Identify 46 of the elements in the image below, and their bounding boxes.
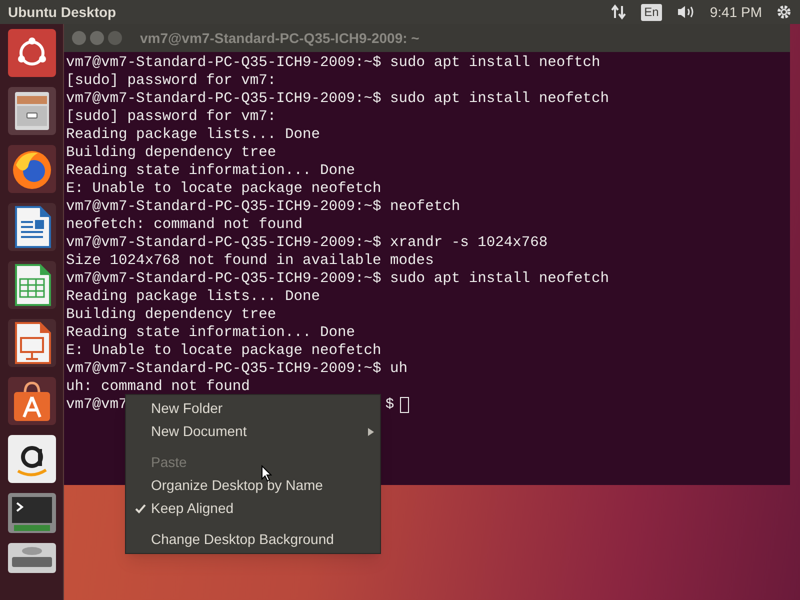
menu-item[interactable]: New Document xyxy=(126,420,380,443)
window-title: vm7@vm7-Standard-PC-Q35-ICH9-2009: ~ xyxy=(140,28,420,48)
terminal-line: vm7@vm7-Standard-PC-Q35-ICH9-2009:~$ sudo apt install neofetch xyxy=(66,90,610,108)
submenu-arrow-icon xyxy=(368,428,374,436)
terminal-line: Reading package lists... Done xyxy=(66,126,321,144)
document-icon[interactable] xyxy=(8,261,56,309)
document-icon[interactable] xyxy=(8,203,56,251)
menu-item[interactable]: New Folder xyxy=(126,397,380,420)
terminal-icon[interactable] xyxy=(8,493,56,533)
fox-globe-icon[interactable] xyxy=(8,145,56,193)
terminal-prompt: vm7@vm7 xyxy=(66,396,128,414)
terminal-line: neofetch: command not found xyxy=(66,216,304,234)
terminal-line: Building dependency tree xyxy=(66,144,278,162)
speaker-icon[interactable] xyxy=(676,4,696,20)
terminal-line: vm7@vm7-Standard-PC-Q35-ICH9-2009:~$ xrandr -s 1024x768 xyxy=(66,234,549,252)
terminal-line: [sudo] password for vm7: xyxy=(66,108,278,126)
checkmark-icon xyxy=(135,504,146,514)
terminal-line: [sudo] password for vm7: xyxy=(66,72,278,90)
menu-item[interactable]: Keep Aligned xyxy=(126,497,380,520)
disc-drive-icon[interactable] xyxy=(8,543,56,573)
terminal-line: E: Unable to locate package neofetch xyxy=(66,342,382,360)
terminal-line: Reading state information... Done xyxy=(66,324,356,342)
terminal-prompt: $ xyxy=(385,396,394,414)
network-arrows-icon[interactable] xyxy=(611,4,628,20)
window-title: Ubuntu Desktop xyxy=(8,2,116,22)
text-cursor xyxy=(400,397,410,413)
menu-item[interactable]: Change Desktop Background xyxy=(126,528,380,551)
file-cabinet-icon[interactable] xyxy=(8,87,56,135)
terminal-line: vm7@vm7-Standard-PC-Q35-ICH9-2009:~$ sudo apt install neoftch xyxy=(66,54,602,72)
gear-icon[interactable] xyxy=(776,4,792,20)
document-icon[interactable] xyxy=(8,319,56,367)
terminal-line: E: Unable to locate package neofetch xyxy=(66,180,382,198)
terminal-line: Reading package lists... Done xyxy=(66,288,321,306)
terminal-line: vm7@vm7-Standard-PC-Q35-ICH9-2009:~$ uh xyxy=(66,360,409,378)
terminal-line: vm7@vm7-Standard-PC-Q35-ICH9-2009:~$ neofetch xyxy=(66,198,462,216)
terminal-line: Reading state information... Done xyxy=(66,162,356,180)
terminal-line: uh: command not found xyxy=(66,378,251,396)
terminal-line: Building dependency tree xyxy=(66,306,278,324)
menu-item[interactable]: Organize Desktop by Name xyxy=(126,474,380,497)
keyboard-layout-indicator[interactable]: En xyxy=(641,4,662,20)
ubuntu-logo-icon[interactable] xyxy=(8,29,56,77)
terminal-line: vm7@vm7-Standard-PC-Q35-ICH9-2009:~$ sudo apt install neofetch xyxy=(66,270,610,288)
mouse-pointer-icon xyxy=(261,465,272,482)
terminal-line: Size 1024x768 not found in available modes xyxy=(66,252,435,270)
clock[interactable]: 9:41 PM xyxy=(710,2,762,22)
shopping-bag-icon[interactable] xyxy=(8,377,56,425)
